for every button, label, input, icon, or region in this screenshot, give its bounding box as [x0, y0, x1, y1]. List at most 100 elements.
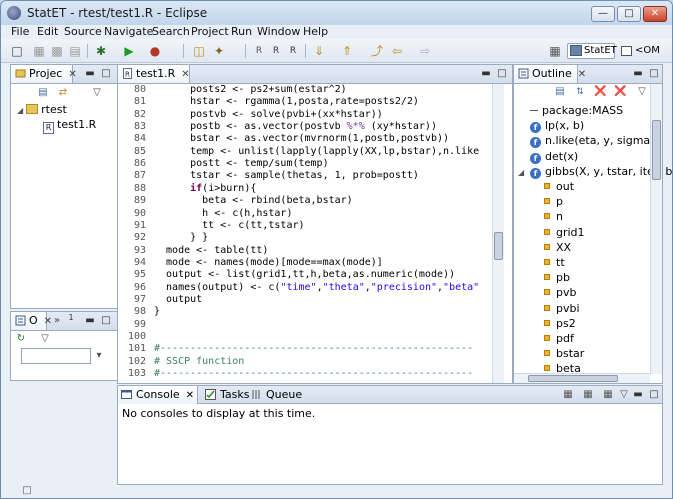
- menu-navigate[interactable]: Navigate: [104, 25, 153, 38]
- forward-icon[interactable]: ⇨: [417, 43, 433, 59]
- maximize-view-icon[interactable]: □: [100, 315, 112, 327]
- outline-item[interactable]: package:MASS: [518, 104, 623, 117]
- menu-search[interactable]: Search: [152, 25, 190, 38]
- tree-item-test1r[interactable]: Rtest1.R: [43, 118, 96, 134]
- outline-item[interactable]: p: [544, 195, 563, 208]
- tab-outline[interactable]: Outline ✕: [514, 65, 586, 83]
- perspective-statet-button[interactable]: StatET: [567, 43, 617, 59]
- code-line[interactable]: h <- c(h,hstar): [154, 208, 292, 219]
- minimize-view-icon[interactable]: ▬: [84, 68, 96, 80]
- code-line[interactable]: beta <- rbind(beta,bstar): [154, 195, 353, 206]
- tab-test1r[interactable]: R test1.R ✕: [118, 65, 190, 83]
- outline-item[interactable]: f det(x): [518, 150, 578, 164]
- code-line[interactable]: mode <- table(tt): [154, 245, 268, 256]
- new-icon[interactable]: □: [9, 43, 25, 59]
- code-line[interactable]: postb <- as.vector(postvb %*% (xy*hstar)…: [154, 121, 437, 132]
- code-line[interactable]: #---------------------------------------…: [154, 368, 473, 379]
- menu-window[interactable]: Window: [257, 25, 300, 38]
- hide-fields-icon[interactable]: ❌: [594, 86, 606, 98]
- tab-project-explorer[interactable]: Projec ✕: [11, 65, 77, 83]
- tab-overflow-count[interactable]: 1: [65, 312, 77, 324]
- code-line[interactable]: # SSCP function: [154, 356, 244, 367]
- last-edit-icon[interactable]: ⤴: [369, 43, 385, 59]
- outline-item[interactable]: bstar: [544, 347, 584, 360]
- open-folder-icon[interactable]: ◫: [191, 43, 207, 59]
- collapse-arrow-icon[interactable]: ◢: [518, 168, 530, 177]
- filter-dropdown-icon[interactable]: ▾: [93, 350, 105, 362]
- outline-item[interactable]: tt: [544, 256, 565, 269]
- menu-project[interactable]: Project: [191, 25, 229, 38]
- outline-scroll-thumb[interactable]: [652, 120, 661, 180]
- save-icon[interactable]: ▦: [31, 43, 47, 59]
- maximize-button[interactable]: □: [617, 6, 641, 22]
- r-submit-file-icon[interactable]: R: [285, 43, 301, 59]
- fast-view-icon[interactable]: □: [19, 483, 35, 498]
- maximize-view-icon[interactable]: □: [648, 389, 660, 401]
- outline-item[interactable]: n: [544, 210, 563, 223]
- outline-item[interactable]: out: [544, 180, 574, 193]
- collapse-arrow-icon[interactable]: ◢: [17, 106, 23, 115]
- filter-input[interactable]: [21, 348, 91, 364]
- code-line[interactable]: mode <- names(mode)[mode==max(mode)]: [154, 257, 383, 268]
- print-icon[interactable]: ▤: [67, 43, 83, 59]
- debug-icon[interactable]: ✱: [93, 43, 109, 59]
- minimize-view-icon[interactable]: ▬: [632, 389, 644, 401]
- code-line[interactable]: #---------------------------------------…: [154, 343, 473, 354]
- tab-queue[interactable]: Queue: [248, 386, 302, 404]
- outline-item[interactable]: f n.like(eta, y, sigma): [518, 134, 654, 149]
- outline-item[interactable]: pdf: [544, 332, 574, 345]
- external-tools-icon[interactable]: ●: [147, 43, 163, 59]
- collapse-all-icon[interactable]: ▤: [37, 87, 49, 99]
- refresh-icon[interactable]: ↻: [15, 333, 27, 345]
- save-all-icon[interactable]: ▩: [49, 43, 65, 59]
- collapse-all-icon[interactable]: ▤: [554, 86, 566, 98]
- close-icon[interactable]: ✕: [186, 390, 194, 401]
- menu-file[interactable]: File: [11, 25, 29, 38]
- view-menu-icon[interactable]: ▽: [39, 333, 51, 345]
- hide-nonpublic-icon[interactable]: ❌: [614, 86, 626, 98]
- outline-hscroll-thumb[interactable]: [528, 375, 618, 382]
- outline-item[interactable]: pb: [544, 271, 570, 284]
- code-line[interactable]: postvb <- solve(pvbi+(xx*hstar)): [154, 109, 383, 120]
- minimize-view-icon[interactable]: ▬: [632, 68, 644, 80]
- code-line[interactable]: temp <- unlist(lapply(lapply(XX,lp,bstar…: [154, 146, 479, 157]
- minimize-view-icon[interactable]: ▬: [84, 315, 96, 327]
- code-line[interactable]: output: [154, 294, 202, 305]
- link-editor-icon[interactable]: ⇄: [57, 87, 69, 99]
- pin-console-icon[interactable]: ▦: [582, 389, 594, 401]
- tab-tasks[interactable]: Tasks: [202, 386, 249, 404]
- code-line[interactable]: postt <- temp/sum(temp): [154, 158, 329, 169]
- close-button[interactable]: ✕: [643, 6, 667, 22]
- minimize-button[interactable]: —: [591, 6, 615, 22]
- view-menu-icon[interactable]: ▽: [618, 389, 630, 401]
- view-menu-icon[interactable]: ▽: [91, 87, 103, 99]
- outline-hscrollbar[interactable]: [514, 373, 650, 383]
- code-line[interactable]: hstar <- rgamma(1,posta,rate=posts2/2): [154, 96, 419, 107]
- sort-icon[interactable]: ⇅: [574, 86, 586, 98]
- next-annotation-icon[interactable]: ⇓: [311, 43, 327, 59]
- outline-scrollbar[interactable]: [650, 84, 662, 374]
- code-line[interactable]: posts2 <- ps2+sum(estar^2): [154, 84, 347, 95]
- back-icon[interactable]: ⇦: [389, 43, 405, 59]
- close-icon[interactable]: ✕: [68, 69, 76, 80]
- tab-object-browser[interactable]: O ✕: [11, 312, 52, 330]
- maximize-view-icon[interactable]: □: [648, 68, 660, 80]
- close-icon[interactable]: ✕: [578, 69, 586, 80]
- menu-source[interactable]: Source: [64, 25, 102, 38]
- history-icon[interactable]: »: [51, 315, 63, 327]
- tree-item-rtest[interactable]: ◢ rtest: [17, 103, 67, 116]
- perspective-other-button[interactable]: <OM: [621, 43, 660, 59]
- code-line[interactable]: output <- list(grid1,tt,h,beta,as.numeri…: [154, 269, 455, 280]
- code-line[interactable]: bstar <- as.vector(mvrnorm(1,postb,postv…: [154, 133, 449, 144]
- code-line[interactable]: }: [154, 306, 160, 317]
- search-tool-icon[interactable]: ✦: [211, 43, 227, 59]
- close-icon[interactable]: ✕: [181, 69, 189, 80]
- view-menu-icon[interactable]: ▽: [636, 86, 648, 98]
- outline-item[interactable]: pvbi: [544, 302, 580, 315]
- maximize-view-icon[interactable]: □: [496, 68, 508, 80]
- outline-item[interactable]: XX: [544, 241, 571, 254]
- r-submit-select-icon[interactable]: R: [268, 43, 284, 59]
- prev-annotation-icon[interactable]: ⇑: [339, 43, 355, 59]
- run-icon[interactable]: ▶: [121, 43, 137, 59]
- editor-scroll-thumb[interactable]: [494, 232, 503, 260]
